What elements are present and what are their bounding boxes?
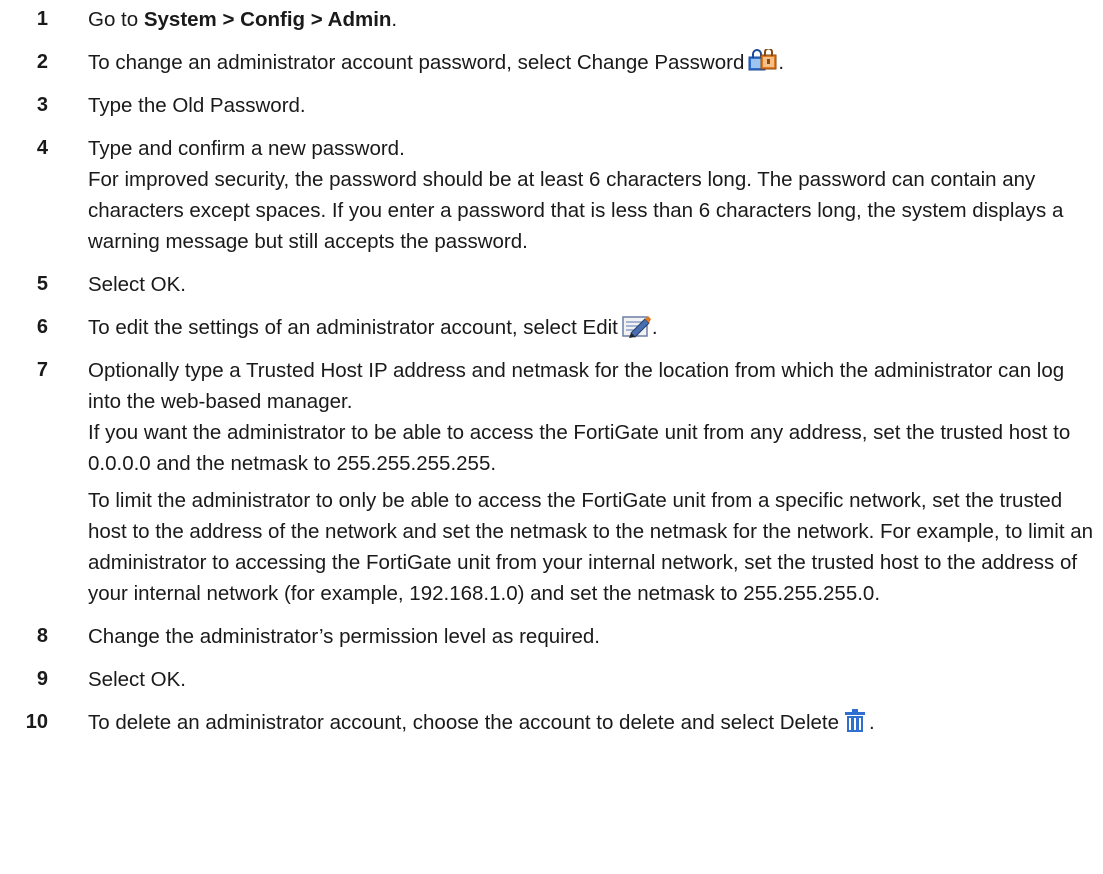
step-number: 3 bbox=[36, 94, 48, 116]
step-body: Select OK. bbox=[88, 664, 1098, 695]
step-8: 8 Change the administrator’s permission … bbox=[0, 621, 1103, 652]
step-number: 4 bbox=[36, 137, 48, 159]
step-number: 8 bbox=[36, 625, 48, 647]
step-5: 5 Select OK. bbox=[0, 269, 1103, 300]
step-note: For improved security, the password shou… bbox=[88, 168, 1064, 253]
change-password-icon bbox=[748, 49, 778, 73]
step-text: Go to System > Config > Admin. bbox=[88, 4, 1098, 35]
step-body: Optionally type a Trusted Host IP addres… bbox=[88, 355, 1098, 609]
step-text: Select OK. bbox=[88, 668, 186, 691]
step-4: 4 Type and confirm a new password. For i… bbox=[0, 133, 1103, 257]
step-body: Type and confirm a new password. For imp… bbox=[88, 133, 1098, 257]
step-9: 9 Select OK. bbox=[0, 664, 1103, 695]
step-number: 5 bbox=[36, 273, 48, 295]
step-body: Select OK. bbox=[88, 269, 1098, 300]
step-text-main: To edit the settings of an administrator… bbox=[88, 316, 618, 339]
edit-icon bbox=[622, 314, 652, 338]
step-body: To delete an administrator account, choo… bbox=[88, 707, 1098, 738]
step-text: Select OK. bbox=[88, 273, 186, 296]
step-text-prefix: Go to bbox=[88, 8, 144, 31]
delete-icon bbox=[843, 709, 869, 733]
step-text-suffix: . bbox=[651, 316, 658, 339]
step-number: 2 bbox=[36, 51, 48, 73]
step-text: Change the administrator’s permission le… bbox=[88, 625, 600, 648]
step-1: 1 Go to System > Config > Admin. bbox=[0, 4, 1103, 35]
step-6: 6 To edit the settings of an administrat… bbox=[0, 312, 1103, 343]
step-body: Type the Old Password. bbox=[88, 90, 1098, 121]
step-text: To change an administrator account passw… bbox=[88, 47, 1098, 78]
step-text: To edit the settings of an administrator… bbox=[88, 312, 1098, 343]
step-number: 6 bbox=[36, 316, 48, 338]
step-text: Type and confirm a new password. bbox=[88, 137, 405, 160]
step-text-suffix: . bbox=[778, 51, 785, 74]
step-text-main: To delete an administrator account, choo… bbox=[88, 711, 840, 734]
step-text-suffix: . bbox=[391, 8, 398, 31]
step-body: Change the administrator’s permission le… bbox=[88, 621, 1098, 652]
step-note: If you want the administrator to be able… bbox=[88, 421, 1071, 475]
menu-path: System > Config > Admin bbox=[143, 8, 392, 31]
step-text: Optionally type a Trusted Host IP addres… bbox=[88, 359, 1065, 413]
step-10: 10 To delete an administrator account, c… bbox=[0, 707, 1103, 738]
step-text: Type the Old Password. bbox=[88, 94, 306, 117]
step-note: To limit the administrator to only be ab… bbox=[88, 489, 1094, 605]
step-2: 2 To change an administrator account pas… bbox=[0, 47, 1103, 78]
step-7: 7 Optionally type a Trusted Host IP addr… bbox=[0, 355, 1103, 609]
procedure-document: 1 Go to System > Config > Admin. 2 To ch… bbox=[0, 0, 1103, 738]
step-body: To change an administrator account passw… bbox=[88, 47, 1098, 78]
step-text: To delete an administrator account, choo… bbox=[88, 707, 1098, 738]
step-text-main: To change an administrator account passw… bbox=[88, 51, 745, 74]
step-number: 1 bbox=[36, 8, 48, 30]
step-body: To edit the settings of an administrator… bbox=[88, 312, 1098, 343]
step-text-suffix: . bbox=[869, 711, 875, 734]
step-3: 3 Type the Old Password. bbox=[0, 90, 1103, 121]
step-number: 10 bbox=[25, 711, 48, 733]
step-number: 9 bbox=[36, 668, 48, 690]
step-number: 7 bbox=[36, 359, 48, 381]
step-body: Go to System > Config > Admin. bbox=[88, 4, 1098, 35]
